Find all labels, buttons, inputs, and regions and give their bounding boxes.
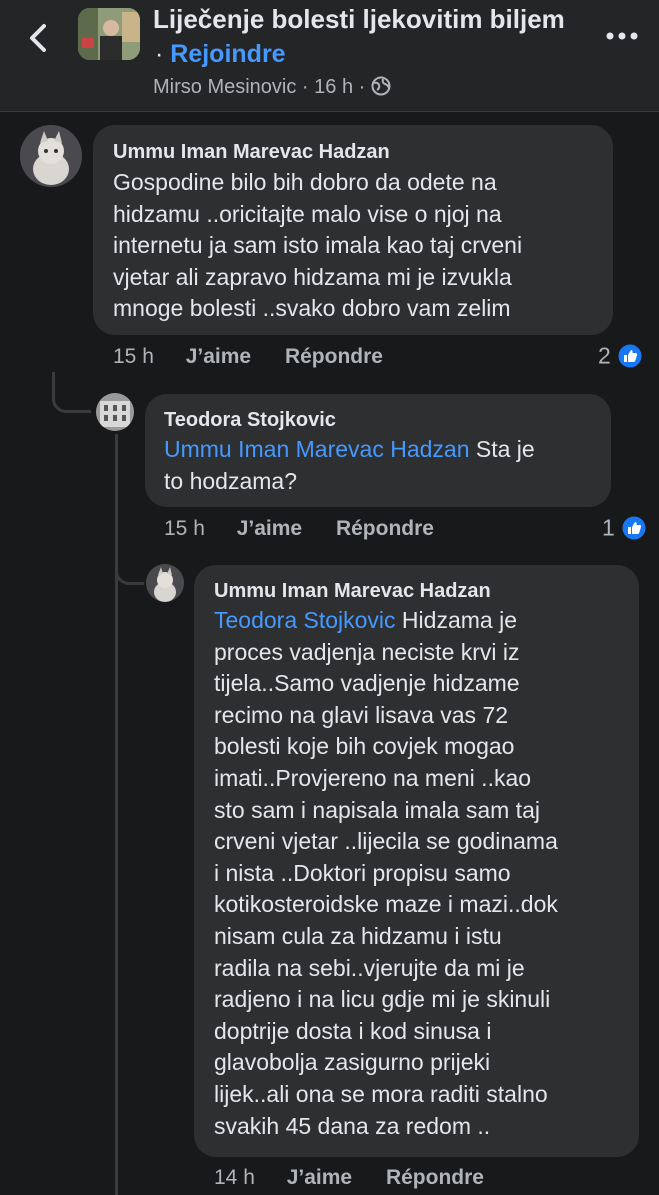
comment-line: radjeno i na licu gdje mi je skinuli bbox=[214, 986, 551, 1013]
comment-line: Gospodine bilo bih dobro da odete na bbox=[113, 169, 497, 195]
like-button[interactable]: J’aime bbox=[186, 345, 251, 369]
reaction-count[interactable]: 1 bbox=[602, 513, 647, 541]
like-button[interactable]: J’aime bbox=[237, 517, 302, 541]
meta-separator: · bbox=[301, 76, 309, 98]
comment-line: Teodora Stojkovic Hidzama je bbox=[214, 605, 558, 637]
comment-text: Ummu Iman Marevac Hadzan Sta je to hodza… bbox=[164, 434, 535, 497]
like-button[interactable]: J’aime bbox=[287, 1166, 352, 1190]
comment-time[interactable]: 14 h bbox=[214, 1166, 255, 1190]
comment-line: doptrije dosta i kod sinusa i bbox=[214, 1017, 492, 1044]
comment-time[interactable]: 15 h bbox=[113, 345, 154, 369]
comment-line: recimo na glavi lisava vas 72 bbox=[214, 701, 509, 728]
comment-author[interactable]: Ummu Iman Marevac Hadzan bbox=[113, 141, 390, 164]
comment-line: lijek..ali ona se mora raditi stalno bbox=[214, 1080, 548, 1107]
comment-line: i nista ..Doktori propisu samo bbox=[214, 859, 511, 886]
thread-connector-2 bbox=[115, 544, 144, 585]
comment-line: sto sam i napisala imala sam taj bbox=[214, 796, 540, 823]
mention-link[interactable]: Ummu Iman Marevac Hadzan bbox=[164, 436, 470, 462]
comment-actions: 14 h J’aime Répondre bbox=[214, 1166, 512, 1190]
comment-line-rest: Hidzama je bbox=[395, 607, 517, 633]
meta-separator-2: · bbox=[358, 76, 366, 98]
header-divider bbox=[0, 111, 659, 112]
comment-line: radila na sebi..vjerujte da mi je bbox=[214, 954, 525, 981]
join-button[interactable]: Rejoindre bbox=[170, 40, 285, 68]
group-avatar[interactable] bbox=[78, 8, 140, 60]
comment-line: glavobolja zasigurno prijeki bbox=[214, 1049, 491, 1076]
reply-button[interactable]: Répondre bbox=[386, 1166, 484, 1190]
comment-line: crveni vjetar ..lijecila se godinama bbox=[214, 828, 558, 855]
post-time[interactable]: 16 h bbox=[314, 76, 353, 98]
comment-line: nisam cula za hidzamu i istu bbox=[214, 922, 502, 949]
comment-line: to hodzama? bbox=[164, 467, 297, 494]
comment-author[interactable]: Ummu Iman Marevac Hadzan bbox=[214, 580, 491, 603]
comment-text: Gospodine bilo bih dobro da odete na hid… bbox=[113, 167, 522, 325]
comment-line: proces vadjenja neciste krvi iz bbox=[214, 638, 520, 665]
comment-line: Ummu Iman Marevac Hadzan Sta je bbox=[164, 434, 535, 466]
avatar[interactable] bbox=[96, 393, 134, 431]
reaction-number: 1 bbox=[602, 514, 615, 541]
reaction-count[interactable]: 2 bbox=[598, 341, 643, 369]
more-options-icon[interactable] bbox=[602, 26, 642, 46]
public-globe-icon bbox=[371, 76, 391, 96]
comment-actions: 15 h J’aime Répondre bbox=[164, 517, 462, 541]
comment-line: bolesti koje bih covjek mogao bbox=[214, 733, 515, 760]
reaction-number: 2 bbox=[598, 342, 611, 369]
comment-line: mnoge bolesti ..svako dobro vam zelim bbox=[113, 295, 511, 322]
post-author[interactable]: Mirso Mesinovic bbox=[153, 76, 296, 98]
comment-line: kotikosteroidske maze i mazi..dok bbox=[214, 891, 558, 918]
comment-line: svakih 45 dana za redom .. bbox=[214, 1112, 491, 1139]
comment-line: hidzamu ..oricitajte malo vise o njoj na bbox=[113, 200, 502, 227]
reply-button[interactable]: Répondre bbox=[285, 345, 383, 369]
group-title[interactable]: Liječenje bolesti ljekovitim biljem bbox=[153, 4, 565, 35]
comment-line: vjetar ali zapravo hidzama mi je izvukla bbox=[113, 263, 512, 290]
like-badge-icon bbox=[617, 343, 643, 369]
reply-button[interactable]: Répondre bbox=[336, 517, 434, 541]
join-row: · Rejoindre bbox=[155, 40, 286, 69]
comment-author[interactable]: Teodora Stojkovic bbox=[164, 409, 336, 432]
comment-actions: 15 h J’aime Répondre bbox=[113, 345, 411, 369]
thread-connector-1 bbox=[52, 372, 91, 413]
comment-line-rest: Sta je bbox=[469, 436, 535, 462]
avatar[interactable] bbox=[146, 564, 184, 602]
like-badge-icon bbox=[621, 515, 647, 541]
comment-line: internetu ja sam isto imala kao taj crve… bbox=[113, 232, 523, 259]
mention-link[interactable]: Teodora Stojkovic bbox=[214, 607, 396, 633]
comment-time[interactable]: 15 h bbox=[164, 517, 205, 541]
back-arrow-icon[interactable] bbox=[22, 18, 58, 58]
group-header: Liječenje bolesti ljekovitim biljem · Re… bbox=[0, 0, 659, 112]
comment-text: Teodora Stojkovic Hidzama je proces vadj… bbox=[214, 605, 558, 1142]
comment-line: imati..Provjereno na meni ..kao bbox=[214, 764, 532, 791]
join-separator: · bbox=[155, 40, 164, 68]
avatar[interactable] bbox=[20, 125, 82, 187]
comment-line: tijela..Samo vadjenje hidzame bbox=[214, 670, 520, 697]
post-meta: Mirso Mesinovic · 16 h · bbox=[153, 76, 391, 99]
